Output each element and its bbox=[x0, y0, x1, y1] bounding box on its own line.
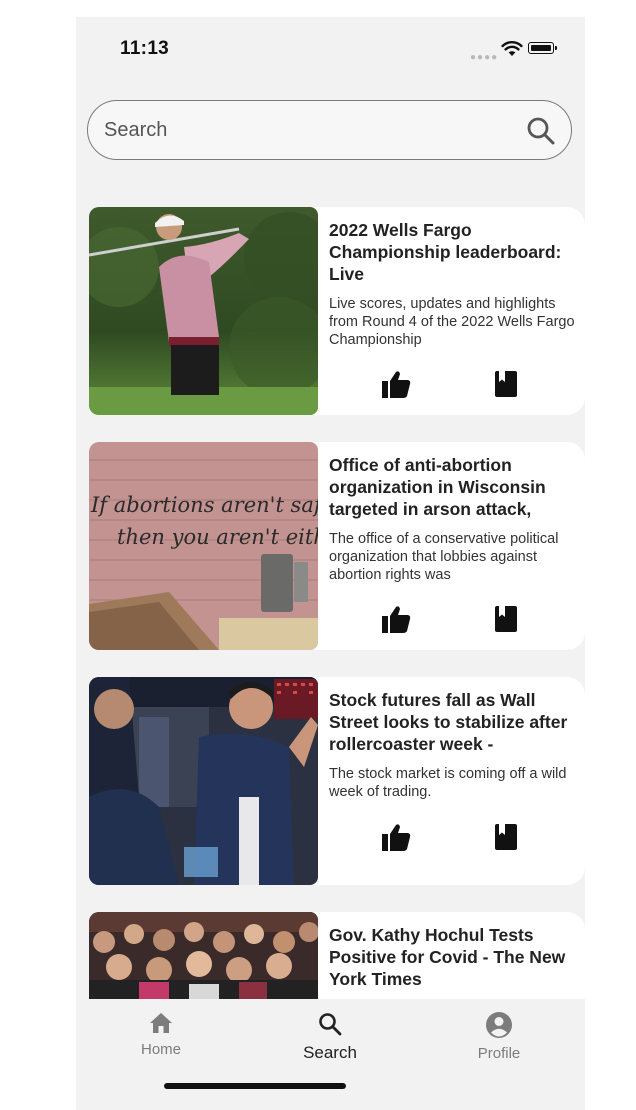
article-image bbox=[89, 207, 318, 415]
tab-home-label: Home bbox=[140, 1041, 181, 1058]
status-time: 11:13 bbox=[120, 38, 170, 59]
article-description: The stock market is coming off a wild we… bbox=[329, 766, 567, 800]
bookmark-icon[interactable] bbox=[494, 823, 518, 851]
search-bar bbox=[87, 100, 572, 160]
tab-profile[interactable]: Profile bbox=[444, 1011, 554, 1062]
article-card[interactable]: Stock futures fall as Wall Street looks … bbox=[89, 677, 585, 885]
home-icon bbox=[150, 1013, 172, 1033]
crowd-photo bbox=[89, 912, 318, 999]
tab-home[interactable]: Home bbox=[106, 1011, 216, 1058]
thumbs-up-icon[interactable] bbox=[380, 603, 412, 635]
article-image bbox=[89, 912, 318, 999]
wifi-icon bbox=[501, 41, 523, 56]
article-image: If abortions aren't safe then you aren't… bbox=[89, 442, 318, 650]
graffiti-wall-photo: If abortions aren't safe then you aren't… bbox=[89, 442, 318, 650]
article-title: Gov. Kathy Hochul Tests Positive for Cov… bbox=[329, 925, 566, 989]
search-icon[interactable] bbox=[525, 115, 557, 147]
graffiti-text-line-2: then you aren't either bbox=[117, 525, 318, 549]
bookmark-icon[interactable] bbox=[494, 370, 518, 398]
article-card[interactable]: If abortions aren't safe then you aren't… bbox=[89, 442, 585, 650]
tab-bar: Home Search Profile bbox=[76, 999, 585, 1110]
article-feed[interactable]: 2022 Wells Fargo Championship leaderboar… bbox=[76, 207, 585, 999]
graffiti-text-line-1: If abortions aren't safe bbox=[90, 493, 318, 517]
home-indicator bbox=[164, 1083, 346, 1089]
status-bar: 11:13 ●●●● bbox=[76, 17, 585, 77]
search-input[interactable] bbox=[102, 113, 506, 147]
article-card[interactable]: 2022 Wells Fargo Championship leaderboar… bbox=[89, 207, 585, 415]
article-description: Live scores, updates and highlights from… bbox=[329, 296, 575, 348]
trading-floor-photo bbox=[89, 677, 318, 885]
thumbs-up-icon[interactable] bbox=[380, 821, 412, 853]
cellular-signal-icon: ●●●● bbox=[470, 52, 499, 63]
article-card[interactable]: Gov. Kathy Hochul Tests Positive for Cov… bbox=[89, 912, 585, 999]
phone-screen: 11:13 ●●●● Search 2022 Wells Fargo Champ… bbox=[76, 17, 585, 1110]
tab-profile-label: Profile bbox=[477, 1045, 521, 1062]
battery-icon bbox=[528, 42, 557, 54]
tab-search[interactable]: Search bbox=[275, 1011, 385, 1063]
tab-search-label: Search bbox=[303, 1043, 357, 1062]
search-icon bbox=[319, 1013, 342, 1036]
article-description: The office of a conservative political o… bbox=[329, 531, 559, 583]
article-title: Office of anti-abortion organization in … bbox=[329, 455, 546, 519]
profile-icon bbox=[486, 1012, 512, 1038]
thumbs-up-icon[interactable] bbox=[380, 368, 412, 400]
article-title: Stock futures fall as Wall Street looks … bbox=[329, 690, 568, 754]
golfer-swing-photo bbox=[89, 207, 318, 415]
article-image bbox=[89, 677, 318, 885]
bookmark-icon[interactable] bbox=[494, 605, 518, 633]
article-title: 2022 Wells Fargo Championship leaderboar… bbox=[329, 220, 562, 284]
